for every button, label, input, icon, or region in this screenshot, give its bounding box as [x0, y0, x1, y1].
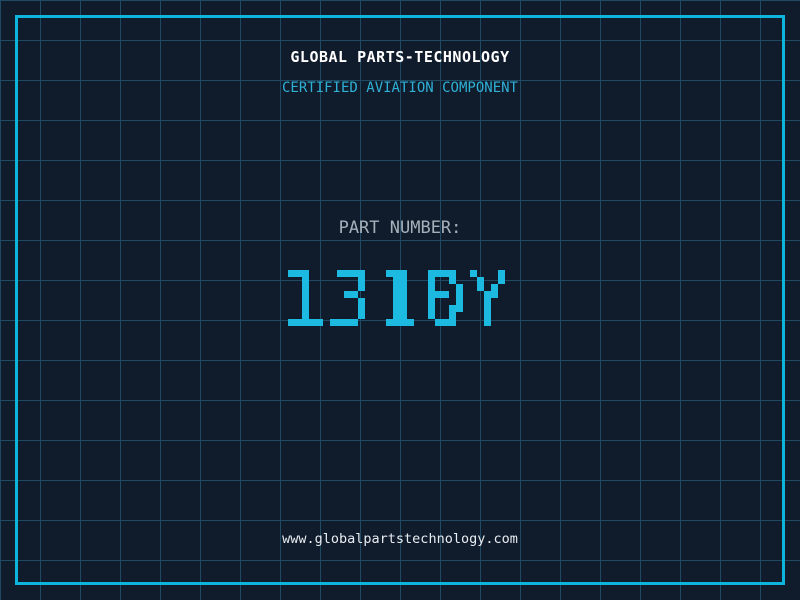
website-url: www.globalpartstechnology.com [282, 531, 518, 547]
part-number-label: PART NUMBER: [338, 218, 462, 238]
certificate-page: GLOBAL PARTS-TECHNOLOGY CERTIFIED AVIATI… [0, 0, 800, 600]
certification-subtitle: CERTIFIED AVIATION COMPONENT [281, 80, 518, 96]
company-title: GLOBAL PARTS-TECHNOLOGY [290, 48, 510, 66]
part-number-display [274, 249, 526, 354]
